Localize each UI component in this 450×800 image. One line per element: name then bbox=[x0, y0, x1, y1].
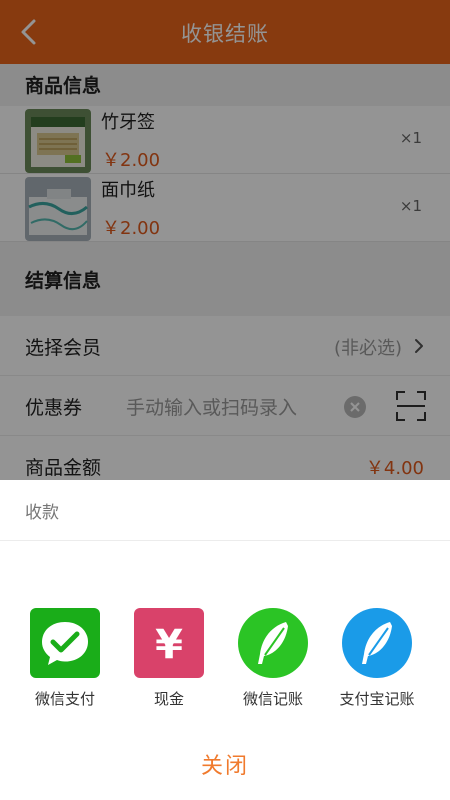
wechat-bookkeeping-button[interactable]: 微信记账 bbox=[221, 608, 325, 718]
close-button[interactable]: 关闭 bbox=[0, 748, 450, 780]
wechat-bookkeeping-label: 微信记账 bbox=[242, 690, 303, 708]
feather-icon bbox=[342, 608, 412, 678]
wechat-pay-icon bbox=[30, 608, 100, 678]
cash-label: 现金 bbox=[153, 690, 184, 708]
cash-button[interactable]: ¥ 现金 bbox=[117, 608, 221, 718]
alipay-bookkeeping-label: 支付宝记账 bbox=[339, 690, 415, 708]
wechat-pay-button[interactable]: 微信支付 bbox=[13, 608, 117, 718]
cash-icon: ¥ bbox=[134, 608, 204, 678]
divider bbox=[0, 540, 450, 541]
wechat-pay-label: 微信支付 bbox=[34, 690, 95, 708]
alipay-bookkeeping-button[interactable]: 支付宝记账 bbox=[325, 608, 429, 718]
payment-sheet: 收款 微信支付 ¥ 现金 微信记账 支付宝记账 关闭 bbox=[0, 480, 450, 800]
svg-text:¥: ¥ bbox=[155, 622, 183, 668]
sheet-title: 收款 bbox=[25, 503, 59, 523]
feather-icon bbox=[238, 608, 308, 678]
